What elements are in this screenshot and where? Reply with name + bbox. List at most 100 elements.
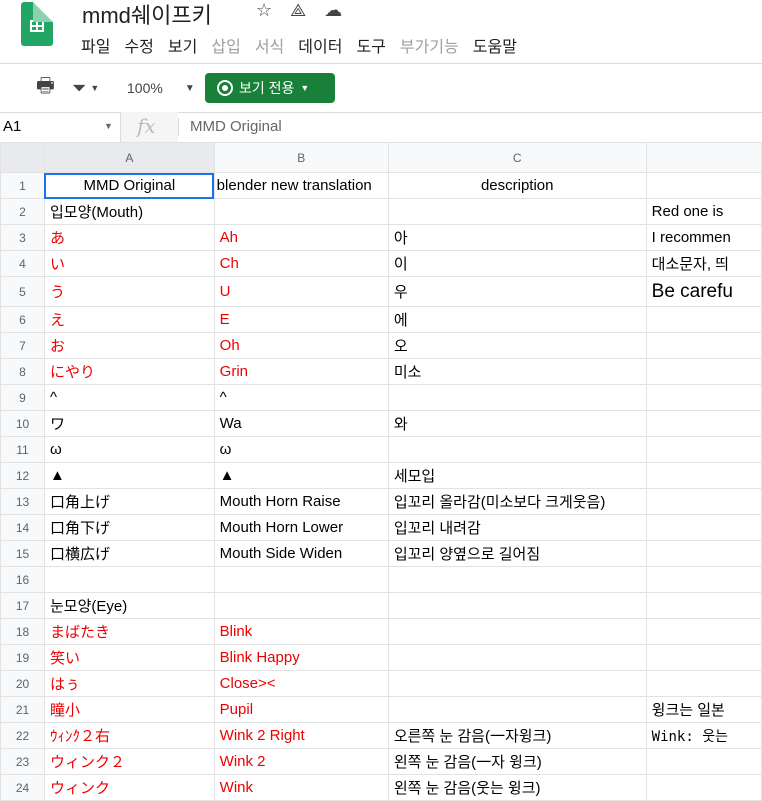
cell-a[interactable]: ▲ [43, 462, 215, 489]
sheets-logo[interactable] [21, 2, 53, 46]
select-all-corner[interactable] [0, 142, 45, 173]
row-header[interactable]: 19 [0, 644, 45, 671]
cell-c[interactable]: 오른쪽 눈 감음(一자윙크) [387, 722, 647, 749]
cell-a[interactable]: え [43, 306, 215, 333]
cell-b[interactable]: Wink [213, 774, 389, 801]
row-header[interactable]: 1 [0, 172, 45, 199]
row-header[interactable]: 10 [0, 410, 45, 437]
menu-item-5[interactable]: 데이터 [298, 33, 342, 57]
cell-a[interactable]: MMD Original [43, 172, 215, 199]
row-header[interactable]: 7 [0, 332, 45, 359]
cell-c[interactable] [387, 644, 647, 671]
cell-a[interactable]: ワ [43, 410, 215, 437]
cell-b[interactable]: Mouth Horn Lower [213, 514, 389, 541]
cell-c[interactable]: 에 [387, 306, 647, 333]
menu-item-3[interactable]: 삽입 [211, 33, 240, 57]
row-header[interactable]: 21 [0, 696, 45, 723]
cell-b[interactable]: Ah [213, 224, 389, 251]
cell-c[interactable]: 세모입 [387, 462, 647, 489]
cell-d[interactable] [645, 488, 762, 515]
cell-c[interactable]: 아 [387, 224, 647, 251]
menu-item-7[interactable]: 부가기능 [400, 33, 459, 57]
cell-a[interactable]: ω [43, 436, 215, 463]
cell-d[interactable] [645, 644, 762, 671]
print-icon[interactable]: 🖶 [36, 73, 55, 103]
cell-c[interactable] [387, 592, 647, 619]
cell-c[interactable]: 입꼬리 양옆으로 길어짐 [387, 540, 647, 567]
cell-d[interactable] [645, 358, 762, 385]
cell-c[interactable] [387, 618, 647, 645]
cell-d[interactable] [645, 540, 762, 567]
cell-c[interactable]: 이 [387, 250, 647, 277]
menu-item-4[interactable]: 서식 [255, 33, 284, 57]
row-header[interactable]: 23 [0, 748, 45, 775]
row-header[interactable]: 17 [0, 592, 45, 619]
row-header[interactable]: 11 [0, 436, 45, 463]
cell-b[interactable]: ^ [213, 384, 389, 411]
cell-b[interactable] [213, 198, 389, 225]
cell-d[interactable]: 윙크는 일본 [645, 696, 762, 723]
cell-d[interactable] [645, 774, 762, 801]
column-header-c[interactable]: C [387, 142, 647, 173]
row-header[interactable]: 9 [0, 384, 45, 411]
menu-item-1[interactable]: 수정 [124, 33, 153, 57]
cell-b[interactable]: Pupil [213, 696, 389, 723]
cell-a[interactable]: あ [43, 224, 215, 251]
row-header[interactable]: 18 [0, 618, 45, 645]
column-header-a[interactable]: A [43, 142, 215, 173]
cell-d[interactable]: I recommen [645, 224, 762, 251]
cell-c[interactable] [387, 436, 647, 463]
menu-item-0[interactable]: 파일 [81, 33, 110, 57]
cell-c[interactable] [387, 384, 647, 411]
cell-b[interactable]: ω [213, 436, 389, 463]
cell-d[interactable] [645, 566, 762, 593]
row-header[interactable]: 16 [0, 566, 45, 593]
cell-d[interactable] [645, 172, 762, 199]
cell-c[interactable]: 왼쪽 눈 감음(웃는 윙크) [387, 774, 647, 801]
cell-d[interactable] [645, 592, 762, 619]
cell-a[interactable]: ウィンク２ [43, 748, 215, 775]
filter-icon[interactable]: ⏷ ▼ [72, 73, 99, 103]
cell-d[interactable]: Red one is [645, 198, 762, 225]
document-title[interactable]: mmd쉐이프키 [82, 0, 212, 30]
name-box[interactable]: A1 [3, 118, 21, 135]
cell-c[interactable]: 오 [387, 332, 647, 359]
cell-b[interactable]: Mouth Horn Raise [213, 488, 389, 515]
cell-a[interactable]: い [43, 250, 215, 277]
row-header[interactable]: 13 [0, 488, 45, 515]
cell-a[interactable]: 口横広げ [43, 540, 215, 567]
cell-d[interactable] [645, 384, 762, 411]
cell-a[interactable]: はぅ [43, 670, 215, 697]
cell-d[interactable] [645, 514, 762, 541]
cell-a[interactable]: 눈모양(Eye) [43, 592, 215, 619]
cell-c[interactable] [387, 566, 647, 593]
cell-a[interactable]: 笑い [43, 644, 215, 671]
cell-c[interactable]: description [387, 172, 647, 199]
cell-c[interactable]: 왼쪽 눈 감음(一자 윙크) [387, 748, 647, 775]
row-header[interactable]: 20 [0, 670, 45, 697]
row-header[interactable]: 24 [0, 774, 45, 801]
cell-b[interactable] [213, 566, 389, 593]
menu-item-8[interactable]: 도움말 [473, 33, 517, 57]
cell-d[interactable] [645, 618, 762, 645]
cell-a[interactable]: まばたき [43, 618, 215, 645]
cell-b[interactable]: ▲ [213, 462, 389, 489]
cell-d[interactable] [645, 748, 762, 775]
cell-a[interactable]: 입모양(Mouth) [43, 198, 215, 225]
cell-d[interactable] [645, 332, 762, 359]
cell-c[interactable] [387, 696, 647, 723]
cell-d[interactable] [645, 462, 762, 489]
cell-d[interactable] [645, 410, 762, 437]
cell-b[interactable] [213, 592, 389, 619]
cell-b[interactable]: Grin [213, 358, 389, 385]
cell-b[interactable]: E [213, 306, 389, 333]
cell-d[interactable]: Wink: 웃는 [645, 722, 762, 749]
row-header[interactable]: 12 [0, 462, 45, 489]
cell-a[interactable]: ウィンク [43, 774, 215, 801]
cell-c[interactable]: 입꼬리 내려감 [387, 514, 647, 541]
cell-b[interactable]: blender new translation [213, 172, 389, 199]
cloud-saved-icon[interactable]: ☁ [324, 0, 342, 21]
cell-b[interactable]: Blink Happy [213, 644, 389, 671]
cell-a[interactable]: にやり [43, 358, 215, 385]
cell-b[interactable]: Mouth Side Widen [213, 540, 389, 567]
